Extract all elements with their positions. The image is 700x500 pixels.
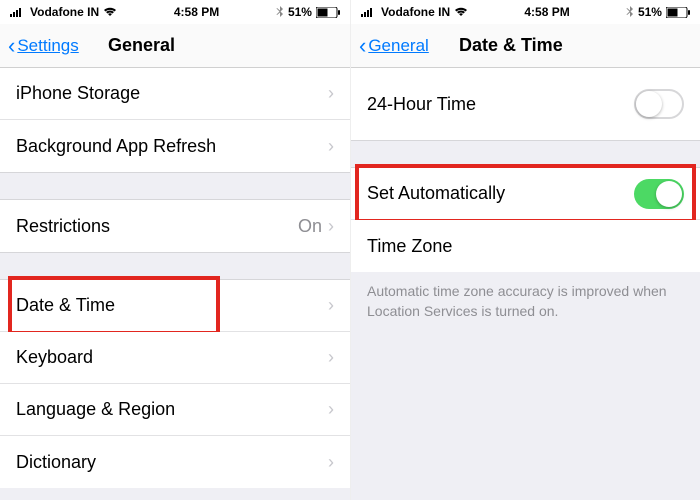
chevron-right-icon: › bbox=[328, 136, 334, 157]
row-value: On bbox=[298, 216, 322, 237]
content-general: iPhone Storage › Background App Refresh … bbox=[0, 68, 350, 500]
signal-icon bbox=[10, 7, 26, 17]
content-date-time: 24-Hour Time Set Automatically Time Zone… bbox=[351, 68, 700, 500]
row-dictionary[interactable]: Dictionary › bbox=[0, 436, 350, 488]
group-separator bbox=[351, 140, 700, 168]
nav-bar: ‹ General Date & Time bbox=[351, 24, 700, 68]
bluetooth-icon bbox=[276, 6, 284, 18]
row-restrictions[interactable]: Restrictions On › bbox=[0, 200, 350, 252]
row-label: Set Automatically bbox=[367, 183, 634, 204]
row-label: Background App Refresh bbox=[16, 136, 328, 157]
signal-icon bbox=[361, 7, 377, 17]
bluetooth-icon bbox=[626, 6, 634, 18]
chevron-left-icon: ‹ bbox=[8, 35, 15, 57]
status-time: 4:58 PM bbox=[524, 5, 569, 19]
chevron-right-icon: › bbox=[328, 452, 334, 473]
row-language-region[interactable]: Language & Region › bbox=[0, 384, 350, 436]
row-set-automatically: Set Automatically bbox=[351, 168, 700, 220]
row-label: Language & Region bbox=[16, 399, 328, 420]
status-time: 4:58 PM bbox=[174, 5, 219, 19]
nav-bar: ‹ Settings General bbox=[0, 24, 350, 68]
row-label: 24-Hour Time bbox=[367, 94, 634, 115]
battery-icon bbox=[316, 7, 340, 18]
back-label: General bbox=[368, 36, 428, 56]
status-bar: Vodafone IN 4:58 PM 51% bbox=[0, 0, 350, 24]
row-time-zone[interactable]: Time Zone bbox=[351, 220, 700, 272]
carrier-label: Vodafone IN bbox=[30, 5, 99, 19]
battery-pct: 51% bbox=[288, 5, 312, 19]
row-24-hour-time: 24-Hour Time bbox=[351, 68, 700, 140]
row-background-app-refresh[interactable]: Background App Refresh › bbox=[0, 120, 350, 172]
page-title: General bbox=[108, 35, 175, 56]
group-separator bbox=[0, 172, 350, 200]
row-label: Dictionary bbox=[16, 452, 328, 473]
carrier-label: Vodafone IN bbox=[381, 5, 450, 19]
toggle-set-automatically[interactable] bbox=[634, 179, 684, 209]
row-keyboard[interactable]: Keyboard › bbox=[0, 332, 350, 384]
row-label: Date & Time bbox=[16, 295, 328, 316]
chevron-right-icon: › bbox=[328, 347, 334, 368]
row-label: iPhone Storage bbox=[16, 83, 328, 104]
row-label: Keyboard bbox=[16, 347, 328, 368]
screen-general: Vodafone IN 4:58 PM 51% ‹ Settings Gener… bbox=[0, 0, 350, 500]
wifi-icon bbox=[103, 7, 117, 17]
chevron-right-icon: › bbox=[328, 399, 334, 420]
battery-icon bbox=[666, 7, 690, 18]
footer-text: Automatic time zone accuracy is improved… bbox=[351, 272, 700, 331]
chevron-left-icon: ‹ bbox=[359, 35, 366, 57]
row-label: Restrictions bbox=[16, 216, 298, 237]
chevron-right-icon: › bbox=[328, 216, 334, 237]
group-separator bbox=[0, 252, 350, 280]
row-iphone-storage[interactable]: iPhone Storage › bbox=[0, 68, 350, 120]
chevron-right-icon: › bbox=[328, 295, 334, 316]
chevron-right-icon: › bbox=[328, 83, 334, 104]
row-date-time[interactable]: Date & Time › bbox=[0, 280, 350, 332]
back-button-general[interactable]: ‹ General bbox=[359, 35, 449, 57]
battery-pct: 51% bbox=[638, 5, 662, 19]
page-title: Date & Time bbox=[459, 35, 563, 56]
back-button-settings[interactable]: ‹ Settings bbox=[8, 35, 98, 57]
screen-date-time: Vodafone IN 4:58 PM 51% ‹ General Date &… bbox=[350, 0, 700, 500]
row-label: Time Zone bbox=[367, 236, 684, 257]
wifi-icon bbox=[454, 7, 468, 17]
status-bar: Vodafone IN 4:58 PM 51% bbox=[351, 0, 700, 24]
toggle-24-hour[interactable] bbox=[634, 89, 684, 119]
back-label: Settings bbox=[17, 36, 78, 56]
